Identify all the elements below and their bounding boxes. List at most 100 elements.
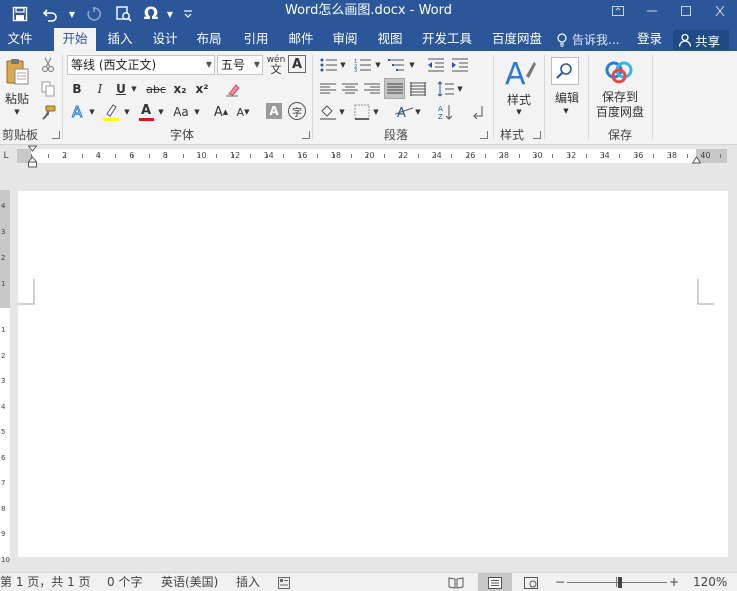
font-color-button[interactable]: A <box>136 101 156 123</box>
maximize-icon[interactable] <box>669 0 703 22</box>
save-icon[interactable] <box>6 2 34 26</box>
web-layout-icon[interactable] <box>521 573 541 591</box>
justify-icon[interactable] <box>384 78 405 99</box>
font-color-dropdown-icon[interactable]: ▼ <box>156 101 166 123</box>
underline-button[interactable]: U <box>114 79 128 99</box>
styles-label[interactable]: 样式 <box>500 91 538 107</box>
tab-view[interactable]: 视图 <box>371 28 409 51</box>
asian-layout-icon[interactable]: A <box>394 102 414 122</box>
borders-dropdown-icon[interactable]: ▼ <box>372 102 380 122</box>
tab-references[interactable]: 引用 <box>237 28 275 51</box>
zoom-out-button[interactable]: − <box>554 573 566 591</box>
share-button[interactable]: 共享 <box>673 30 729 50</box>
copy-icon[interactable] <box>38 79 58 99</box>
character-shading-button[interactable]: A <box>266 103 282 119</box>
strikethrough-button[interactable]: abc <box>145 79 167 99</box>
zoom-slider[interactable] <box>567 573 667 591</box>
tab-insert[interactable]: 插入 <box>101 28 139 51</box>
line-spacing-icon[interactable] <box>436 79 456 99</box>
align-right-icon[interactable] <box>362 79 382 99</box>
text-effects-icon[interactable]: A <box>68 101 88 123</box>
enclose-characters-button[interactable]: 字 <box>288 102 306 120</box>
change-case-button[interactable]: Aa <box>170 101 192 123</box>
indent-marker-icon[interactable] <box>28 145 37 168</box>
symbol-dropdown-icon[interactable]: ▼ <box>164 2 176 26</box>
save-to-label-line1[interactable]: 保存到 <box>592 89 648 104</box>
document-page[interactable] <box>18 191 728 557</box>
bold-button[interactable]: B <box>68 79 86 99</box>
editing-label[interactable]: 编辑 <box>548 89 586 105</box>
tab-design[interactable]: 设计 <box>146 28 184 51</box>
tab-review[interactable]: 审阅 <box>326 28 364 51</box>
close-icon[interactable] <box>703 0 737 22</box>
customize-icon[interactable] <box>178 2 198 26</box>
undo-dropdown-icon[interactable]: ▼ <box>66 2 78 26</box>
multilevel-list-icon[interactable] <box>386 55 408 75</box>
shading-icon[interactable] <box>318 102 338 122</box>
paragraph-launcher-icon[interactable] <box>480 131 488 139</box>
ribbon-display-icon[interactable] <box>601 0 635 22</box>
italic-button[interactable]: I <box>91 79 109 99</box>
phonetic-guide-icon[interactable]: wén 文 <box>266 54 286 76</box>
page-count[interactable]: 第 1 页，共 1 页 <box>0 573 91 591</box>
change-case-dropdown-icon[interactable]: ▼ <box>192 101 202 123</box>
tell-me-box[interactable]: 告诉我... <box>556 28 619 51</box>
right-indent-marker-icon[interactable] <box>692 155 701 165</box>
horizontal-ruler[interactable]: 2 4 6 8 10 12 14 16 18 20 22 24 26 28 30 32 34 36 38 40 <box>17 149 727 163</box>
align-center-icon[interactable] <box>340 79 360 99</box>
read-mode-icon[interactable] <box>446 573 466 591</box>
tab-file[interactable]: 文件 <box>0 28 40 51</box>
editing-dropdown-icon[interactable]: ▼ <box>559 106 573 116</box>
decrease-indent-icon[interactable] <box>426 55 446 75</box>
zoom-in-button[interactable]: + <box>668 573 680 591</box>
paste-dropdown-icon[interactable]: ▼ <box>10 107 24 117</box>
edit-mode[interactable]: 插入 <box>236 573 260 591</box>
borders-icon[interactable] <box>352 102 372 122</box>
bullets-dropdown-icon[interactable]: ▼ <box>339 55 347 75</box>
grow-font-button[interactable]: A ▲ <box>212 101 230 123</box>
zoom-slider-thumb[interactable] <box>617 577 622 588</box>
text-effects-dropdown-icon[interactable]: ▼ <box>88 101 96 123</box>
save-to-label-line2[interactable]: 百度网盘 <box>592 104 648 119</box>
cut-icon[interactable] <box>38 55 58 75</box>
styles-gallery-icon[interactable]: A <box>502 55 536 91</box>
tab-developer[interactable]: 开发工具 <box>416 28 478 51</box>
vertical-ruler[interactable]: 4 3 2 1 1 2 3 4 5 6 7 8 9 10 <box>0 190 10 564</box>
tab-layout[interactable]: 布局 <box>190 28 228 51</box>
clear-formatting-icon[interactable] <box>222 79 242 99</box>
tab-home[interactable]: 开始 <box>54 28 96 51</box>
find-icon[interactable] <box>551 57 579 85</box>
login-link[interactable]: 登录 <box>637 28 662 51</box>
undo-icon[interactable] <box>36 2 64 26</box>
shading-dropdown-icon[interactable]: ▼ <box>338 102 346 122</box>
distributed-icon[interactable] <box>408 79 428 99</box>
line-spacing-dropdown-icon[interactable]: ▼ <box>456 79 464 99</box>
align-left-icon[interactable] <box>318 79 338 99</box>
redo-icon[interactable] <box>80 2 108 26</box>
word-count[interactable]: 0 个字 <box>107 573 142 591</box>
highlight-color-icon[interactable] <box>100 101 122 123</box>
highlight-dropdown-icon[interactable]: ▼ <box>122 101 132 123</box>
symbol-omega-icon[interactable]: Ω <box>140 2 162 26</box>
print-layout-icon[interactable] <box>478 573 512 591</box>
paste-label[interactable]: 粘贴 <box>2 90 32 106</box>
zoom-level[interactable]: 120% <box>693 573 727 591</box>
numbering-icon[interactable]: 123 <box>352 55 374 75</box>
styles-dropdown-icon[interactable]: ▼ <box>512 107 526 117</box>
font-size-combo[interactable]: 五号 ▼ <box>217 55 263 75</box>
show-marks-icon[interactable] <box>468 102 488 122</box>
character-border-icon[interactable]: A <box>288 55 306 73</box>
format-painter-icon[interactable] <box>38 103 58 123</box>
font-name-combo[interactable]: 等线 (西文正文) ▼ <box>67 55 215 75</box>
bullets-icon[interactable] <box>318 55 340 75</box>
shrink-font-button[interactable]: A ▼ <box>234 101 252 123</box>
underline-dropdown-icon[interactable]: ▼ <box>129 79 139 99</box>
print-preview-icon[interactable] <box>110 2 138 26</box>
baidu-cloud-icon[interactable] <box>603 59 635 85</box>
styles-launcher-icon[interactable] <box>533 131 541 139</box>
language[interactable]: 英语(美国) <box>161 573 218 591</box>
tab-baidu[interactable]: 百度网盘 <box>486 28 548 51</box>
numbering-dropdown-icon[interactable]: ▼ <box>374 55 382 75</box>
multilevel-dropdown-icon[interactable]: ▼ <box>408 55 416 75</box>
macro-record-icon[interactable] <box>278 573 292 591</box>
